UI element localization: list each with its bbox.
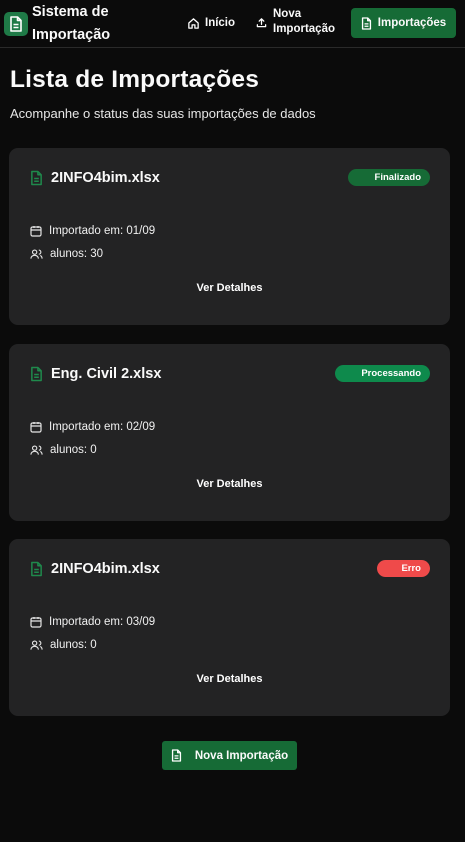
file-icon <box>31 561 42 577</box>
nav-imports-label: Importações <box>377 17 447 29</box>
users-icon <box>30 640 43 650</box>
file-icon <box>31 170 42 186</box>
nav-home[interactable]: Início <box>187 14 235 32</box>
new-import-label: Nova Importação <box>194 749 289 762</box>
file-icon <box>31 366 42 382</box>
users-icon <box>30 445 43 455</box>
import-date: Importado em: 03/09 <box>30 616 155 628</box>
status-badge: Finalizado <box>348 169 430 186</box>
status-badge: Erro <box>377 560 430 577</box>
view-details-button[interactable]: Ver Detalhes <box>9 673 450 685</box>
import-date: Importado em: 01/09 <box>30 225 155 237</box>
home-icon <box>188 17 199 29</box>
import-date-text: Importado em: 01/09 <box>49 225 156 237</box>
file-name: 2INFO4bim.xlsx <box>51 561 160 577</box>
student-count: alunos: 0 <box>30 639 97 651</box>
top-navbar: Sistema de Importação Início Nova Import… <box>0 0 465 48</box>
import-date-text: Importado em: 03/09 <box>49 616 156 628</box>
nav-new-import[interactable]: Nova Importação <box>256 7 341 37</box>
student-count-text: alunos: 0 <box>50 444 97 456</box>
document-icon <box>171 749 181 762</box>
file-name-row: 2INFO4bim.xlsx <box>30 561 160 577</box>
page-subtitle: Acompanhe o status das suas importações … <box>10 106 316 121</box>
file-name: Eng. Civil 2.xlsx <box>51 366 162 382</box>
view-details-button[interactable]: Ver Detalhes <box>9 282 450 294</box>
student-count-text: alunos: 30 <box>50 248 104 260</box>
document-icon <box>361 16 371 30</box>
status-badge: Processando <box>335 365 430 382</box>
upload-icon <box>256 17 267 27</box>
calendar-icon <box>30 422 42 433</box>
student-count: alunos: 0 <box>30 444 97 456</box>
import-date-text: Importado em: 02/09 <box>49 421 156 433</box>
student-count: alunos: 30 <box>30 248 103 260</box>
student-count-text: alunos: 0 <box>50 639 97 651</box>
brand[interactable]: Sistema de Importação <box>4 0 152 48</box>
import-date: Importado em: 02/09 <box>30 421 155 433</box>
new-import-button[interactable]: Nova Importação <box>162 741 297 770</box>
users-icon <box>30 249 43 259</box>
calendar-icon <box>30 226 42 237</box>
file-name: 2INFO4bim.xlsx <box>51 170 160 186</box>
calendar-icon <box>30 617 42 628</box>
import-card: Eng. Civil 2.xlsx Processando Importado … <box>9 344 450 521</box>
import-card: 2INFO4bim.xlsx Erro Importado em: 03/09 … <box>9 539 450 716</box>
document-icon <box>4 12 28 36</box>
file-name-row: Eng. Civil 2.xlsx <box>30 366 161 382</box>
app-title: Sistema de Importação <box>32 4 111 43</box>
file-name-row: 2INFO4bim.xlsx <box>30 170 160 186</box>
nav-new-import-label: Nova Importação <box>273 8 335 35</box>
nav-home-label: Início <box>205 17 236 29</box>
nav-imports[interactable]: Importações <box>351 8 456 38</box>
import-card: 2INFO4bim.xlsx Finalizado Importado em: … <box>9 148 450 325</box>
page-title: Lista de Importações <box>10 66 260 93</box>
view-details-button[interactable]: Ver Detalhes <box>9 478 450 490</box>
